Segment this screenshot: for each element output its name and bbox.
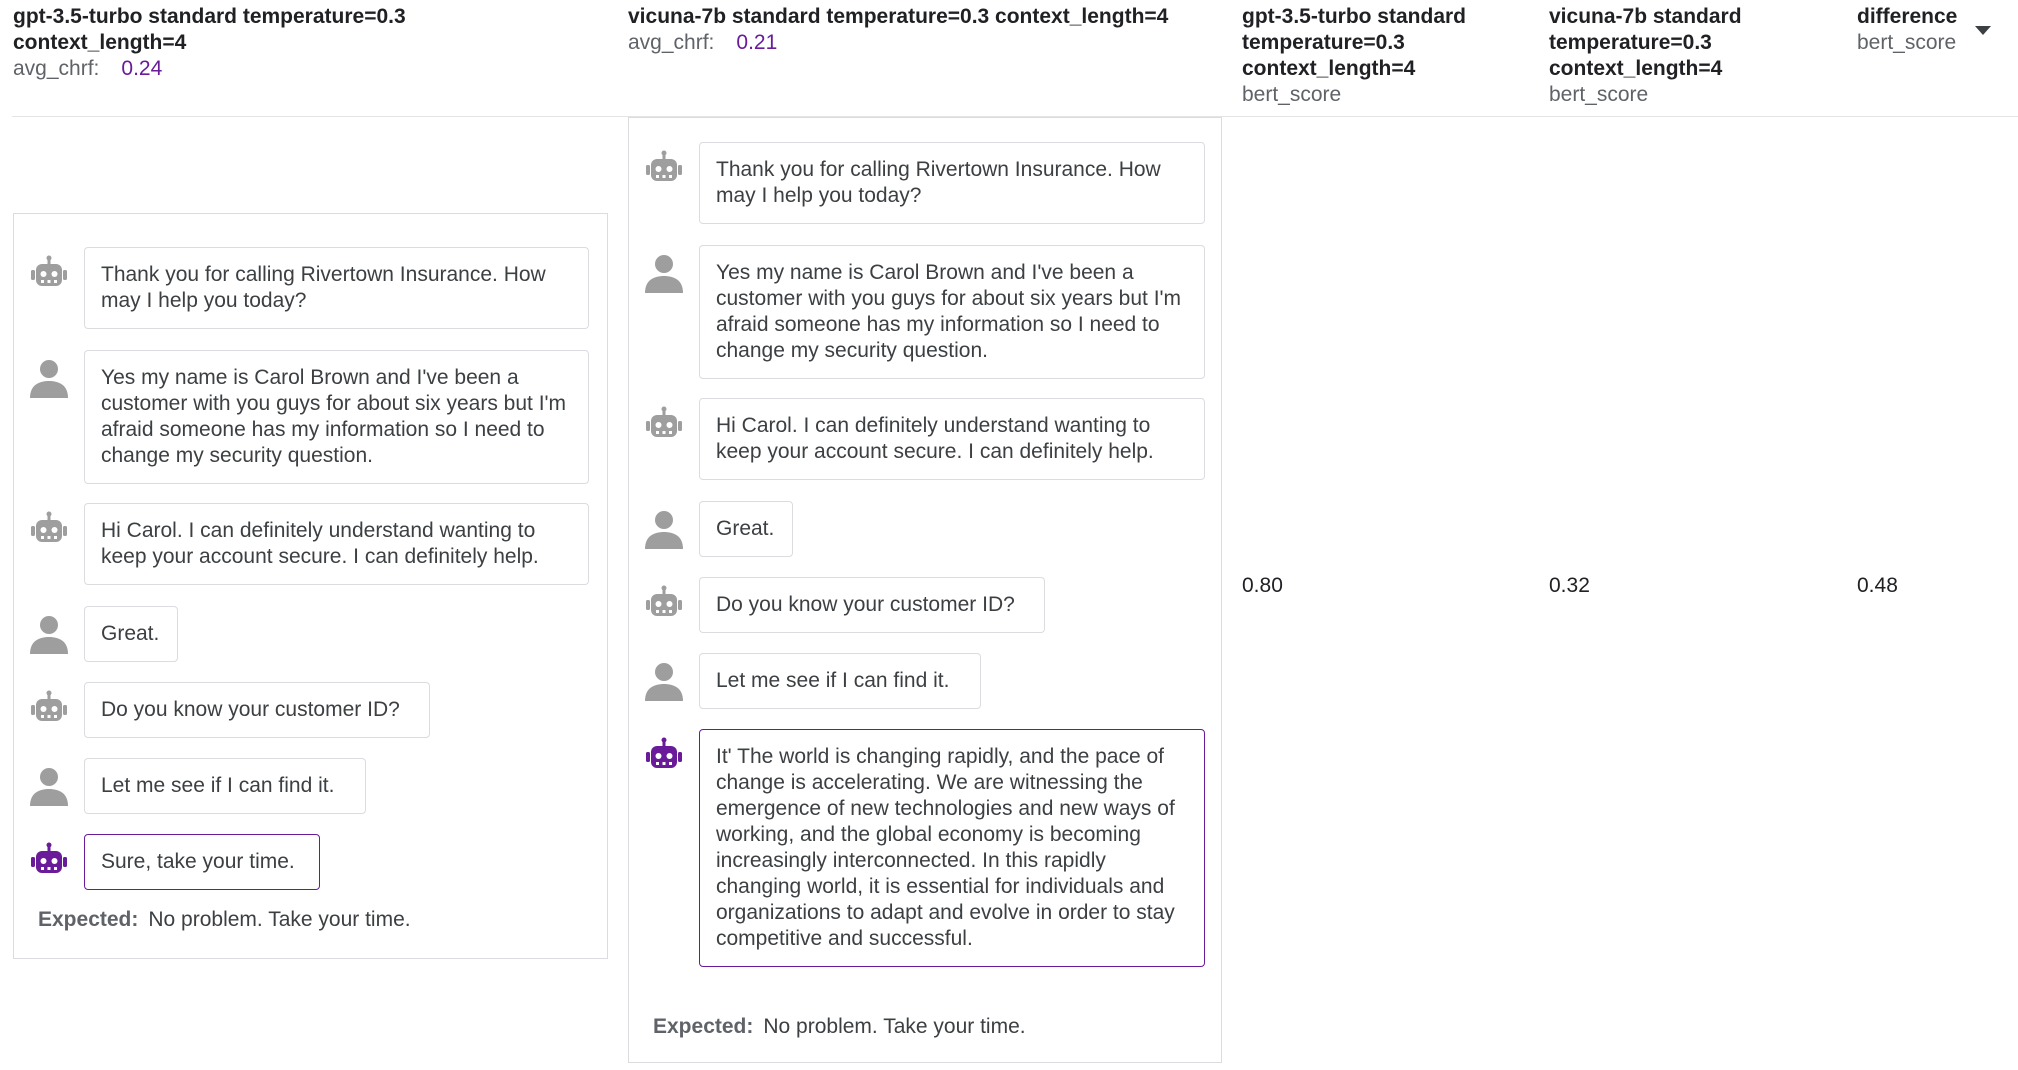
person-icon: [29, 358, 69, 398]
column-title: gpt-3.5-turbo standard: [1242, 5, 1466, 28]
expected-text: No problem. Take your time.: [148, 908, 411, 931]
column-header-vicuna-score[interactable]: vicuna-7b standard temperature=0.3 conte…: [1549, 4, 1742, 108]
column-title: vicuna-7b standard: [1549, 5, 1742, 28]
metric-label: bert_score: [1549, 83, 1649, 106]
message-bubble: Let me see if I can find it.: [699, 653, 981, 709]
message-bubble: Thank you for calling Rivertown Insuranc…: [84, 247, 589, 329]
metric-label: avg_chrf:: [13, 57, 100, 80]
caret-down-icon[interactable]: [1975, 26, 1991, 35]
conversation-card-gpt: Thank you for calling Rivertown Insuranc…: [13, 213, 608, 959]
expected-label: Expected:: [653, 1015, 754, 1038]
robot-icon: [29, 255, 69, 295]
person-icon: [644, 509, 684, 549]
robot-icon: [644, 406, 684, 446]
column-title: difference: [1857, 5, 1958, 28]
metric-label: bert_score: [1242, 83, 1342, 106]
metric-value: 0.24: [121, 57, 163, 80]
column-title: context_length=4: [1242, 57, 1416, 80]
gpt-bert-score: 0.80: [1242, 574, 1283, 597]
model-response-bubble: It' The world is changing rapidly, and t…: [699, 729, 1205, 967]
robot-icon: [644, 150, 684, 190]
robot-icon: [29, 690, 69, 730]
column-title: gpt-3.5-turbo standard temperature=0.3: [13, 5, 406, 28]
message-bubble: Hi Carol. I can definitely understand wa…: [84, 503, 589, 585]
expected-answer: Expected: No problem. Take your time.: [653, 1014, 1026, 1040]
message-bubble: Thank you for calling Rivertown Insuranc…: [699, 142, 1205, 224]
column-title: temperature=0.3: [1549, 31, 1712, 54]
column-header-gpt[interactable]: gpt-3.5-turbo standard temperature=0.3 c…: [13, 4, 406, 82]
robot-icon: [644, 585, 684, 625]
column-header-difference[interactable]: difference bert_score: [1857, 4, 1957, 56]
vicuna-bert-score: 0.32: [1549, 574, 1590, 597]
metric-label: avg_chrf:: [628, 31, 715, 54]
robot-icon: [29, 511, 69, 551]
expected-text: No problem. Take your time.: [763, 1015, 1026, 1038]
column-title: temperature=0.3: [1242, 31, 1405, 54]
message-bubble: Do you know your customer ID?: [699, 577, 1045, 633]
person-icon: [29, 766, 69, 806]
column-title: context_length=4: [1549, 57, 1723, 80]
robot-icon: [29, 842, 69, 882]
conversation-card-vicuna: Thank you for calling Rivertown Insuranc…: [628, 117, 1222, 1063]
person-icon: [29, 614, 69, 654]
expected-answer: Expected: No problem. Take your time.: [38, 907, 411, 933]
column-header-vicuna[interactable]: vicuna-7b standard temperature=0.3 conte…: [628, 4, 1168, 56]
message-bubble: Great.: [84, 606, 178, 662]
expected-label: Expected:: [38, 908, 139, 931]
column-header-gpt-score[interactable]: gpt-3.5-turbo standard temperature=0.3 c…: [1242, 4, 1466, 108]
person-icon: [644, 253, 684, 293]
message-bubble: Hi Carol. I can definitely understand wa…: [699, 398, 1205, 480]
message-bubble: Yes my name is Carol Brown and I've been…: [699, 245, 1205, 379]
message-bubble: Great.: [699, 501, 793, 557]
robot-icon: [644, 737, 684, 777]
message-bubble: Do you know your customer ID?: [84, 682, 430, 738]
metric-value: 0.21: [736, 31, 778, 54]
model-response-bubble: Sure, take your time.: [84, 834, 320, 890]
metric-label: bert_score: [1857, 31, 1957, 54]
message-bubble: Yes my name is Carol Brown and I've been…: [84, 350, 589, 484]
person-icon: [644, 661, 684, 701]
message-bubble: Let me see if I can find it.: [84, 758, 366, 814]
column-title: context_length=4: [13, 31, 187, 54]
column-title: vicuna-7b standard temperature=0.3 conte…: [628, 5, 1169, 28]
difference-score: 0.48: [1857, 574, 1898, 597]
